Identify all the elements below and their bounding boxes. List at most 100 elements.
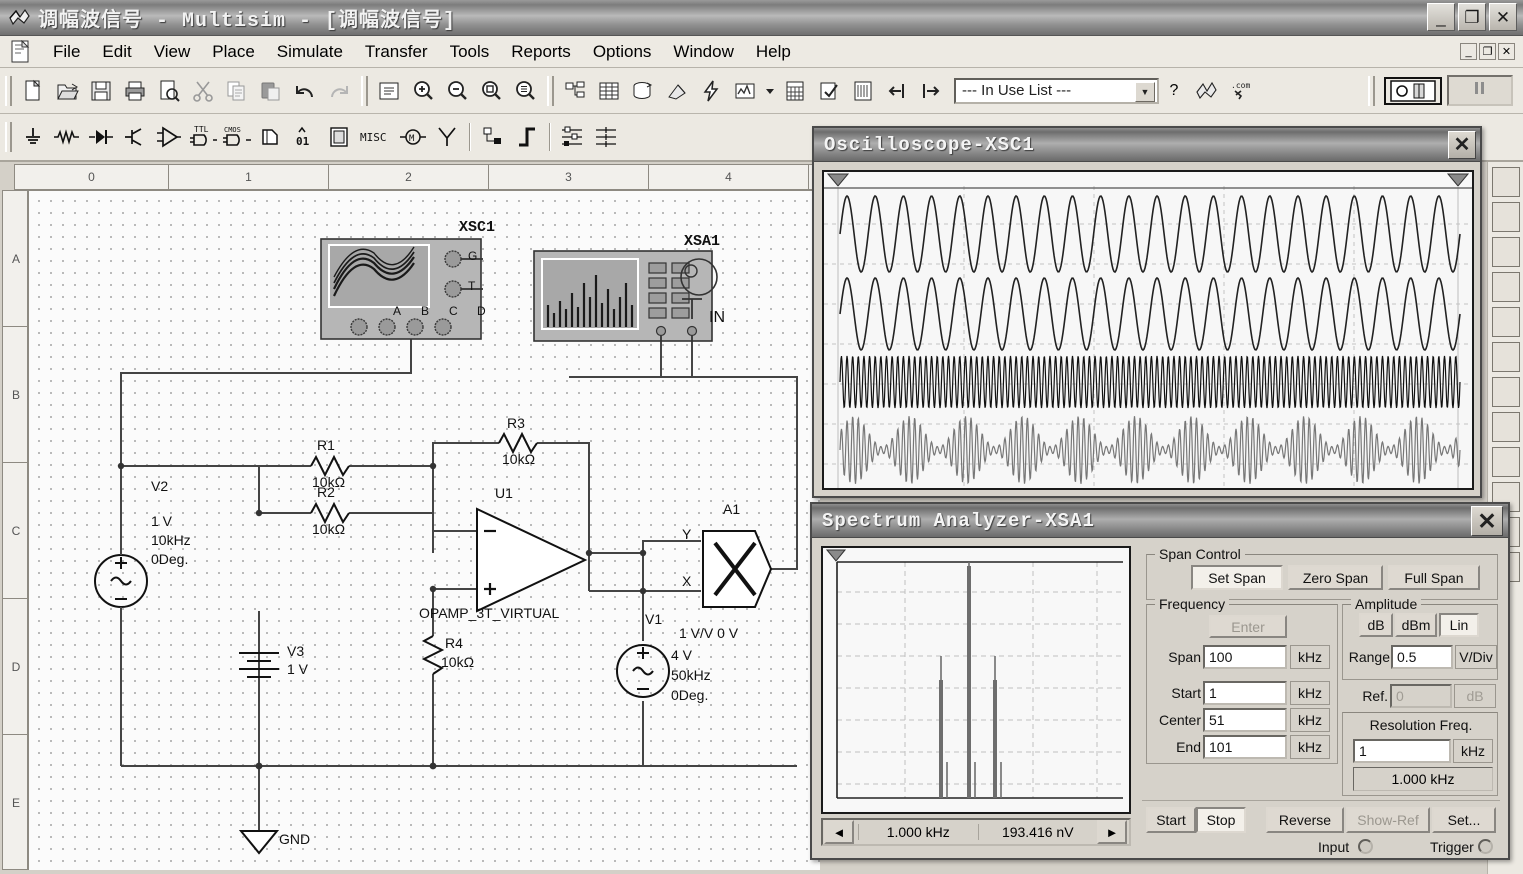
set-span-button[interactable]: Set Span — [1191, 565, 1283, 590]
center-input[interactable]: 51 — [1203, 708, 1287, 732]
menu-options[interactable]: Options — [582, 39, 663, 65]
analysis-list-icon[interactable] — [846, 74, 880, 108]
spectrum-display[interactable] — [821, 546, 1131, 814]
in-use-list-combobox[interactable]: --- In Use List --- ▼ — [954, 78, 1159, 104]
grapher-icon[interactable] — [728, 74, 762, 108]
grapher-dropdown-icon[interactable] — [762, 74, 778, 108]
zoom-in-icon[interactable] — [406, 74, 440, 108]
virtual-rated-icon[interactable] — [1492, 447, 1520, 477]
capture-screen-icon[interactable] — [812, 74, 846, 108]
in-use-list-icon[interactable] — [660, 74, 694, 108]
print-icon[interactable] — [118, 74, 152, 108]
mdi-close-icon[interactable]: ✕ — [1498, 43, 1515, 60]
misc-digital-icon[interactable] — [254, 120, 288, 154]
span-input[interactable]: 100 — [1203, 645, 1287, 669]
toolbar-grip-sim[interactable] — [1368, 76, 1375, 106]
open-folder-icon[interactable] — [50, 74, 84, 108]
ttl-icon[interactable]: TTL — [186, 120, 220, 154]
virtual-misc-icon[interactable] — [1492, 412, 1520, 442]
new-file-icon[interactable] — [16, 74, 50, 108]
document-icon[interactable] — [10, 40, 32, 64]
hierarchy-block-icon[interactable] — [476, 120, 510, 154]
virtual-measurement-icon[interactable] — [1492, 237, 1520, 267]
transistor-icon[interactable] — [118, 120, 152, 154]
amplitude-db-button[interactable]: dB — [1359, 613, 1393, 637]
menu-tools[interactable]: Tools — [439, 39, 501, 65]
full-span-button[interactable]: Full Span — [1388, 565, 1480, 590]
amplitude-dbm-button[interactable]: dBm — [1395, 613, 1437, 637]
diode-icon[interactable] — [84, 120, 118, 154]
toolbar-grip-components[interactable] — [5, 122, 12, 152]
chevron-down-icon[interactable]: ▼ — [1135, 82, 1155, 102]
trigger-radio[interactable] — [1478, 839, 1493, 854]
virtual-analog-icon[interactable] — [1492, 377, 1520, 407]
copy-icon[interactable] — [220, 74, 254, 108]
align-icon[interactable] — [556, 120, 590, 154]
zero-span-button[interactable]: Zero Span — [1288, 565, 1383, 590]
distribute-icon[interactable] — [590, 120, 624, 154]
readout-prev-button[interactable]: ◄ — [824, 820, 854, 844]
restore-icon[interactable]: ❐ — [1458, 3, 1486, 31]
paste-icon[interactable] — [254, 74, 288, 108]
mdi-minimize-icon[interactable]: _ — [1460, 43, 1477, 60]
virtual-transistor-icon[interactable] — [1492, 342, 1520, 372]
spectrum-analyzer-window[interactable]: Spectrum Analyzer-XSA1 ✕ — [810, 502, 1510, 860]
menu-place[interactable]: Place — [201, 39, 266, 65]
toolbar-grip-main[interactable] — [547, 76, 554, 106]
misc-icon[interactable]: MISC — [356, 120, 396, 154]
close-icon[interactable]: ✕ — [1471, 506, 1503, 536]
virtual-power-source-icon[interactable] — [1492, 167, 1520, 197]
electromech-icon[interactable]: M — [396, 120, 430, 154]
back-annotate-icon[interactable] — [880, 74, 914, 108]
save-icon[interactable] — [84, 74, 118, 108]
redo-icon[interactable] — [322, 74, 356, 108]
postprocessor-icon[interactable] — [778, 74, 812, 108]
undo-icon[interactable] — [288, 74, 322, 108]
start-button[interactable]: Start — [1146, 807, 1196, 833]
show-ref-button[interactable]: Show-Ref — [1346, 807, 1430, 833]
frequency-enter-button[interactable]: Enter — [1209, 615, 1287, 638]
readout-next-button[interactable]: ► — [1097, 820, 1127, 844]
stop-button[interactable]: Stop — [1196, 807, 1246, 833]
close-icon[interactable]: ✕ — [1489, 3, 1517, 31]
schematic-canvas[interactable]: XSC1 XSA1 A B C D G T IN V2 1 V 10kHz 0D… — [28, 190, 820, 870]
virtual-diode-icon[interactable] — [1492, 307, 1520, 337]
toolbar-grip[interactable] — [5, 76, 12, 106]
print-preview-icon[interactable] — [152, 74, 186, 108]
schematic-sheet[interactable]: 01234 ABCDE — [0, 162, 820, 874]
ref-input[interactable]: 0 — [1390, 684, 1452, 708]
cut-scissors-icon[interactable] — [186, 74, 220, 108]
virtual-signal-source-icon[interactable] — [1492, 202, 1520, 232]
hierarchy-icon[interactable] — [558, 74, 592, 108]
rf-icon[interactable] — [430, 120, 464, 154]
end-input[interactable]: 101 — [1203, 735, 1287, 759]
oscilloscope-display[interactable] — [822, 170, 1474, 490]
oscilloscope-title-bar[interactable]: Oscilloscope-XSC1 ✕ — [814, 128, 1480, 162]
help-icon[interactable]: ? — [1159, 74, 1189, 108]
com-link-icon[interactable]: .com — [1223, 74, 1257, 108]
pause-simulation-icon[interactable] — [1447, 75, 1513, 106]
run-simulation-switch-icon[interactable] — [1384, 77, 1442, 105]
spectrum-analyzer-title-bar[interactable]: Spectrum Analyzer-XSA1 ✕ — [812, 504, 1508, 538]
zoom-out-icon[interactable] — [440, 74, 474, 108]
start-input[interactable]: 1 — [1203, 681, 1287, 705]
oscilloscope-window[interactable]: Oscilloscope-XSC1 ✕ — [812, 126, 1482, 498]
mdi-restore-icon[interactable]: ❐ — [1479, 43, 1496, 60]
menu-help[interactable]: Help — [745, 39, 802, 65]
bus-icon[interactable] — [510, 120, 544, 154]
basic-icon[interactable] — [50, 120, 84, 154]
database-icon[interactable] — [626, 74, 660, 108]
resolution-input[interactable]: 1 — [1353, 739, 1451, 763]
cmos-icon[interactable]: CMOS — [220, 120, 254, 154]
minimize-icon[interactable]: _ — [1427, 3, 1455, 31]
electrical-rules-check-icon[interactable] — [694, 74, 728, 108]
multisim-logo-icon[interactable] — [1189, 74, 1223, 108]
analog-icon[interactable] — [152, 120, 186, 154]
amplitude-lin-button[interactable]: Lin — [1439, 613, 1479, 637]
range-input[interactable]: 0.5 — [1391, 645, 1453, 669]
menu-file[interactable]: File — [42, 39, 91, 65]
menu-reports[interactable]: Reports — [500, 39, 582, 65]
menu-edit[interactable]: Edit — [91, 39, 142, 65]
zoom-area-icon[interactable] — [474, 74, 508, 108]
forward-annotate-icon[interactable] — [914, 74, 948, 108]
